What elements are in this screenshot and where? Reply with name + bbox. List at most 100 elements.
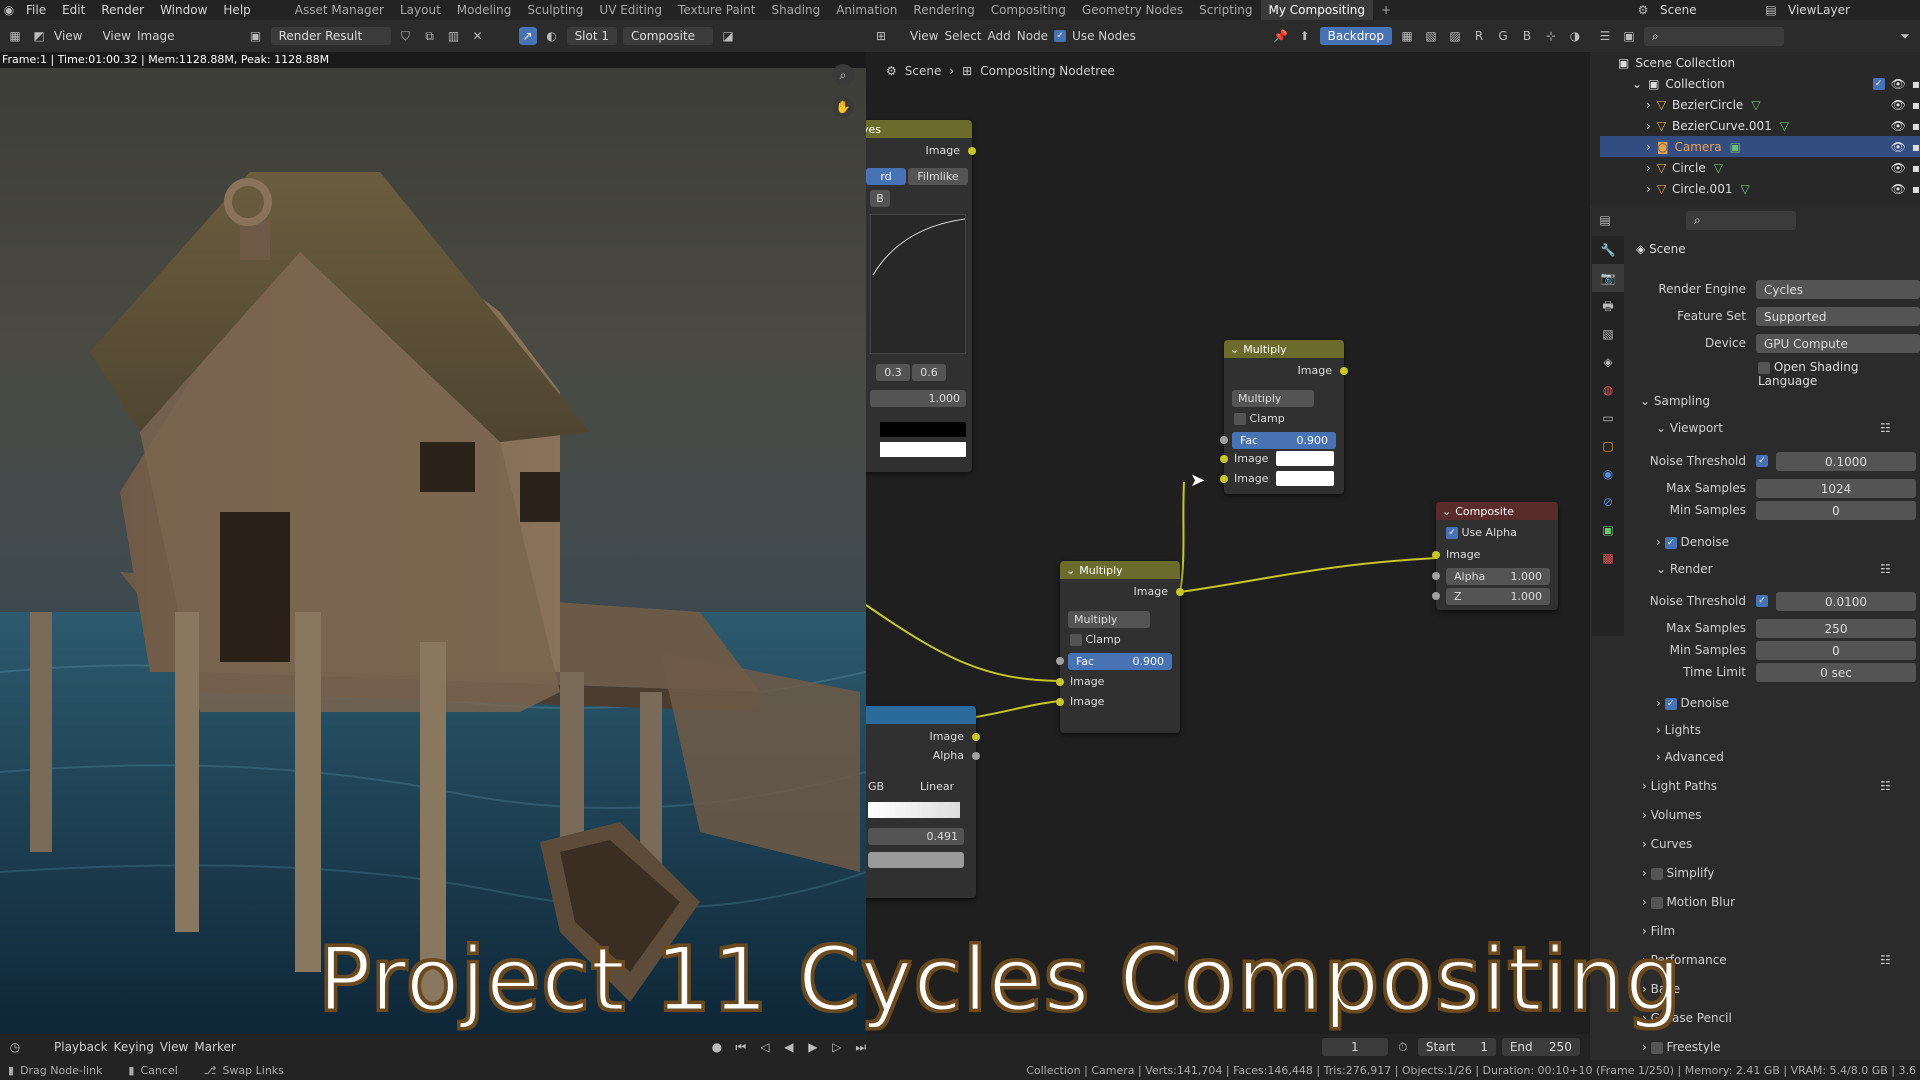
viewport-noise-checkbox[interactable]: ✓ (1756, 455, 1768, 467)
composite-alpha-socket[interactable] (1432, 572, 1440, 580)
unlink-image-icon[interactable]: ✕ (469, 27, 487, 45)
menu-window[interactable]: Window (152, 3, 215, 17)
ramp-color-mode[interactable]: GB (868, 780, 884, 793)
multiply-top-fac-socket[interactable] (1220, 436, 1228, 444)
viewport-noise-threshold-field[interactable]: 0.1000 (1776, 452, 1916, 471)
tab-modeling[interactable]: Modeling (449, 0, 520, 20)
properties-search-input[interactable]: ⌕ (1686, 210, 1796, 230)
sampling-panel-header[interactable]: ⌄ Sampling (1640, 394, 1710, 408)
current-frame-field[interactable]: 1 (1321, 1038, 1388, 1056)
tab-shading[interactable]: Shading (763, 0, 828, 20)
render-denoise-subpanel[interactable]: › ✓ Denoise (1656, 696, 1729, 710)
collection-exclude-checkbox[interactable]: ✓ (1872, 77, 1885, 90)
device-select[interactable]: GPU Compute (1756, 334, 1920, 353)
motion-blur-panel[interactable]: › Motion Blur (1642, 895, 1735, 909)
view-layer-selector[interactable]: ViewLayer (1780, 3, 1920, 17)
data-tab-icon[interactable]: ▣ (1592, 516, 1624, 544)
render-tab-icon[interactable]: 📷 (1592, 264, 1624, 292)
multiply-top-header[interactable]: ⌄ Multiply (1224, 340, 1344, 358)
scene-tab-icon[interactable]: ◈ (1592, 348, 1624, 376)
list-icon[interactable]: ☷ (1880, 421, 1891, 435)
composite-alpha-field[interactable]: Alpha 1.000 (1446, 568, 1550, 585)
tool-tab-icon[interactable]: 🔧 (1592, 236, 1624, 264)
tab-my-compositing[interactable]: My Compositing (1260, 0, 1374, 20)
properties-type-icon[interactable]: ▤ (1596, 211, 1614, 229)
chevron-right-icon[interactable]: › (1646, 182, 1651, 196)
ramp-output-image-socket[interactable] (972, 733, 980, 741)
use-alpha-checkbox[interactable]: ✓ Use Alpha (1446, 526, 1517, 539)
render-engine-select[interactable]: Cycles (1756, 280, 1920, 299)
tab-layout[interactable]: Layout (392, 0, 449, 20)
list-icon[interactable]: ☷ (1880, 779, 1891, 793)
tab-geometry-nodes[interactable]: Geometry Nodes (1074, 0, 1191, 20)
multiply-top-color1[interactable] (1276, 451, 1334, 466)
black-level-swatch[interactable] (880, 422, 966, 437)
viewport-denoise-subpanel[interactable]: › ✓ Denoise (1656, 535, 1729, 549)
viewport-subpanel-header[interactable]: ⌄ Viewport (1656, 421, 1723, 435)
play-icon[interactable]: ▶ (804, 1038, 822, 1056)
scene-selector[interactable]: Scene (1652, 3, 1762, 17)
curves-value-1[interactable]: 0.3 (876, 364, 910, 381)
tab-asset-manager[interactable]: Asset Manager (287, 0, 392, 20)
slot-selector[interactable]: Slot 1 (566, 27, 618, 45)
curves-fac-field[interactable]: 1.000 (870, 390, 966, 407)
jump-end-icon[interactable]: ⏭ (852, 1038, 870, 1056)
prev-keyframe-icon[interactable]: ◁ (756, 1038, 774, 1056)
tab-compositing[interactable]: Compositing (983, 0, 1074, 20)
multiply-node-mid[interactable]: ⌄ Multiply Image Multiply Clamp Fac 0.900 … (1056, 561, 1184, 733)
tab-sculpting[interactable]: Sculpting (519, 0, 591, 20)
physics-tab-icon[interactable]: ◉ (1592, 460, 1624, 488)
collection-row[interactable]: ⌄ ▣ Collection ✓ 👁 ▪ (1600, 73, 1920, 94)
color-ramp-node[interactable]: Image Alpha GB Linear 0.491 (866, 706, 980, 898)
composite-z-field[interactable]: Z 1.000 (1446, 588, 1550, 605)
curves-value-2[interactable]: 0.6 (912, 364, 946, 381)
render-subpanel-header[interactable]: ⌄ Render (1656, 562, 1713, 576)
stopwatch-icon[interactable]: ⏱ (1394, 1038, 1412, 1056)
blender-logo-icon[interactable]: ◉ (0, 1, 18, 19)
layer-selector[interactable]: Composite (623, 27, 714, 45)
composite-image-socket[interactable] (1432, 551, 1440, 559)
jump-start-icon[interactable]: ⏮ (732, 1038, 750, 1056)
list-icon[interactable]: ☷ (1880, 953, 1891, 967)
curves-tab-standard[interactable]: rd (866, 168, 906, 185)
timeline-type-icon[interactable]: ◷ (6, 1038, 24, 1056)
eye-icon[interactable]: 👁 (1891, 77, 1906, 91)
multiply-mid-header[interactable]: ⌄ Multiply (1060, 561, 1180, 579)
eye-icon[interactable]: 👁 (1891, 161, 1906, 175)
ramp-output-alpha-socket[interactable] (972, 752, 980, 760)
curves-panel[interactable]: › Curves (1642, 837, 1692, 851)
multiply-node-top[interactable]: ⌄ Multiply Image Multiply Clamp Fac 0.900 … (1220, 340, 1348, 494)
chevron-down-icon[interactable]: ⌄ (1632, 77, 1642, 91)
timeline-playback-menu[interactable]: Playback (54, 1040, 108, 1054)
timeline-keying-menu[interactable]: Keying (114, 1040, 154, 1054)
camera-visibility-icon[interactable]: ▪ (1912, 98, 1920, 112)
multiply-mid-clamp[interactable]: Clamp (1070, 633, 1121, 646)
texture-tab-icon[interactable]: ▩ (1592, 544, 1624, 572)
camera-visibility-icon[interactable]: ▪ (1912, 182, 1920, 196)
camera-visibility-icon[interactable]: ▪ (1912, 140, 1920, 154)
simplify-panel[interactable]: › Simplify (1642, 866, 1715, 880)
pan-hand-icon[interactable]: ✋ (832, 96, 854, 118)
chevron-right-icon[interactable]: › (1646, 98, 1651, 112)
lights-subpanel[interactable]: › Lights (1656, 723, 1701, 737)
multiply-mid-blend-select[interactable]: Multiply (1068, 611, 1150, 628)
advanced-subpanel[interactable]: › Advanced (1656, 750, 1724, 764)
curve-graph[interactable] (870, 214, 966, 354)
world-tab-icon[interactable]: ◍ (1592, 376, 1624, 404)
timeline-marker-menu[interactable]: Marker (194, 1040, 235, 1054)
menu-render[interactable]: Render (93, 3, 152, 17)
multiply-mid-fac-socket[interactable] (1056, 657, 1064, 665)
eye-icon[interactable]: 👁 (1891, 119, 1906, 133)
image-editor-view-menu[interactable]: View (54, 29, 82, 43)
sample-tool-icon[interactable]: ↗ (518, 27, 537, 45)
new-image-icon[interactable]: ⧉ (421, 27, 439, 45)
osl-checkbox[interactable]: Open Shading Language (1758, 360, 1920, 388)
tab-texture-paint[interactable]: Texture Paint (670, 0, 763, 20)
composite-node[interactable]: ⌄ Composite ✓ Use Alpha Image Alpha 1.000 … (1432, 502, 1558, 610)
multiply-mid-input1-socket[interactable] (1056, 678, 1064, 686)
viewport-min-samples-field[interactable]: 0 (1756, 501, 1916, 520)
camera-visibility-icon[interactable]: ▪ (1912, 119, 1920, 133)
multiply-mid-input2-socket[interactable] (1056, 698, 1064, 706)
render-min-samples-field[interactable]: 0 (1756, 641, 1916, 660)
curves-tab-filmlike[interactable]: Filmlike (908, 168, 968, 185)
